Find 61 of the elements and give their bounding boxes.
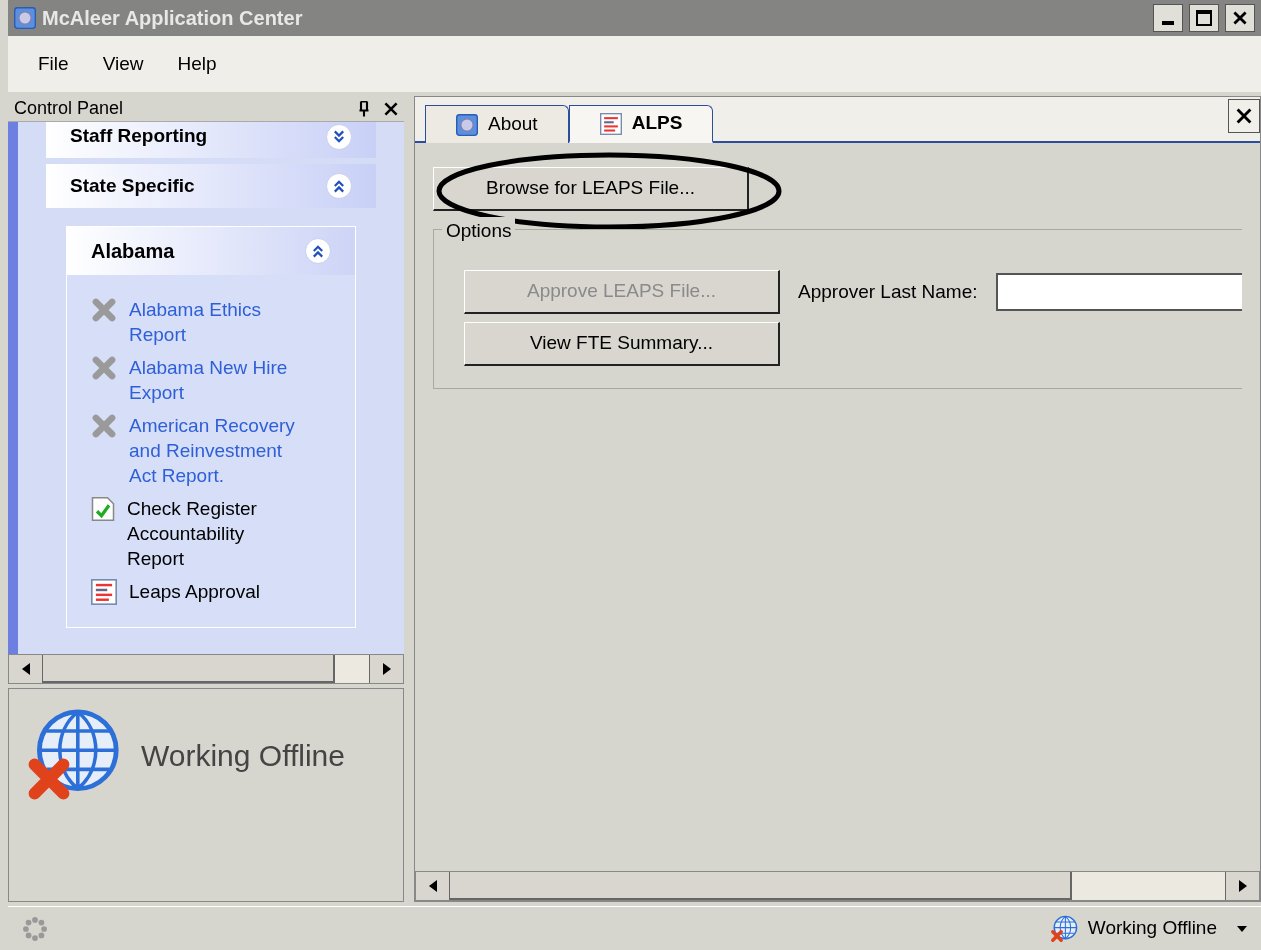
view-fte-summary-button[interactable]: View FTE Summary... xyxy=(464,322,780,366)
scroll-thumb[interactable] xyxy=(450,872,1072,900)
panel-title: Control Panel xyxy=(14,97,125,120)
chevron-up-icon xyxy=(332,179,346,193)
scroll-thumb[interactable] xyxy=(43,655,335,683)
pin-icon[interactable] xyxy=(358,100,370,117)
approver-last-name-field[interactable] xyxy=(995,273,1242,311)
cross-icon xyxy=(91,413,117,439)
group-header[interactable]: Alabama xyxy=(67,227,355,275)
menu-item[interactable]: File xyxy=(38,49,69,79)
tab[interactable]: ALPS xyxy=(568,105,714,143)
window-title: McAleer Application Center xyxy=(42,6,303,31)
group-title: Alabama xyxy=(91,239,175,264)
scroll-right-button[interactable] xyxy=(369,655,403,683)
minimize-button[interactable] xyxy=(1153,4,1183,32)
collapse-button[interactable] xyxy=(326,173,352,199)
browse-button[interactable]: Browse for LEAPS File... xyxy=(433,167,749,211)
offline-globe-icon xyxy=(1049,914,1078,943)
task-link[interactable]: Alabama Ethics Report xyxy=(129,297,261,347)
menu-item[interactable]: Help xyxy=(177,49,217,79)
right-arrow-icon xyxy=(1238,880,1247,892)
scroll-left-button[interactable] xyxy=(416,872,450,900)
report-icon xyxy=(91,579,117,605)
loading-icon xyxy=(22,915,48,942)
group-title: State Specific xyxy=(70,173,195,198)
connection-status: Working Offline xyxy=(141,738,345,774)
chevron-down-icon xyxy=(332,130,346,144)
group-header[interactable]: State Specific xyxy=(46,164,376,208)
report-icon xyxy=(599,112,622,135)
approver-label: Approver Last Name: xyxy=(798,279,978,304)
close-icon[interactable] xyxy=(384,101,398,116)
cross-icon xyxy=(91,297,117,323)
task-link[interactable]: Leaps Approval xyxy=(129,579,260,604)
app-icon xyxy=(456,113,478,136)
status-text[interactable]: Working Offline xyxy=(1087,914,1217,943)
dropdown-arrow-icon[interactable] xyxy=(1237,925,1247,932)
app-icon xyxy=(14,7,36,29)
close-tab-button[interactable] xyxy=(1228,99,1260,133)
chevron-up-icon xyxy=(311,244,325,258)
group-title: Staff Reporting xyxy=(70,123,208,148)
task-link[interactable]: American Recovery and Reinvestment Act Report. xyxy=(129,413,295,488)
task-link[interactable]: Alabama New Hire Export xyxy=(129,355,288,405)
left-arrow-icon xyxy=(428,880,437,892)
close-icon xyxy=(1236,108,1252,124)
menu-item[interactable]: View xyxy=(102,49,144,79)
left-arrow-icon xyxy=(21,663,30,675)
maximize-button[interactable] xyxy=(1189,4,1219,32)
cross-icon xyxy=(91,355,117,381)
expand-button[interactable] xyxy=(326,124,352,150)
right-arrow-icon xyxy=(382,663,391,675)
task-link[interactable]: Check Register Accountability Report xyxy=(127,496,257,571)
horizontal-scrollbar[interactable] xyxy=(415,871,1260,901)
scroll-right-button[interactable] xyxy=(1225,872,1259,900)
checked-document-icon xyxy=(91,496,115,522)
close-button[interactable] xyxy=(1225,4,1255,32)
collapse-button[interactable] xyxy=(305,238,331,264)
tab[interactable]: About xyxy=(425,105,569,143)
scroll-left-button[interactable] xyxy=(9,655,43,683)
group-header[interactable]: Staff Reporting xyxy=(46,122,376,158)
close-icon xyxy=(1233,11,1247,25)
horizontal-scrollbar[interactable] xyxy=(8,654,404,684)
